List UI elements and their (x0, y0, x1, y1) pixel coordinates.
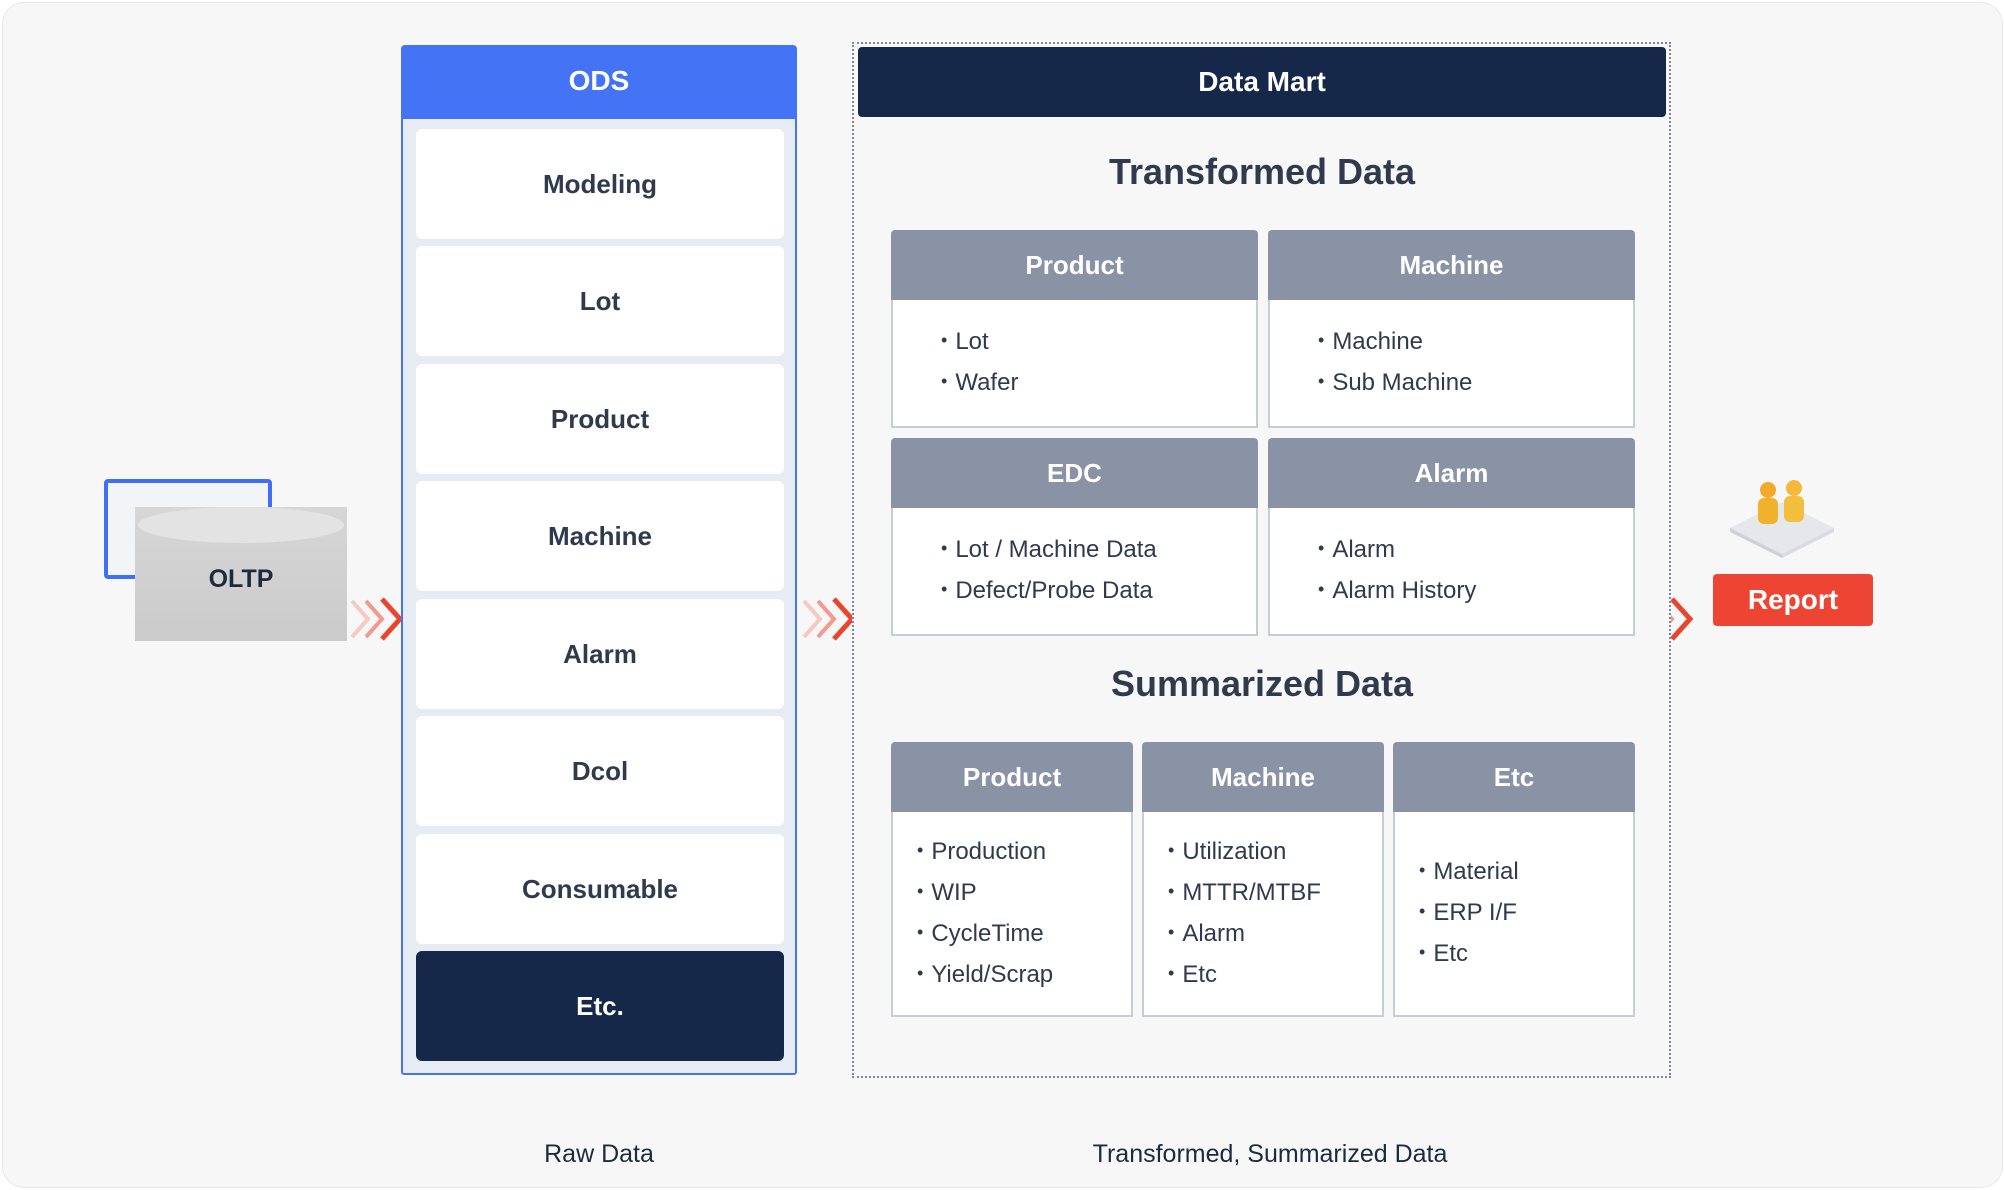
card-title: Machine (1268, 230, 1635, 300)
card-list-item: Yield/Scrap (917, 955, 1131, 996)
card-list-item: Sub Machine (1318, 363, 1633, 404)
card-list-item: Utilization (1168, 832, 1382, 873)
summarized-card-machine: Machine Utilization MTTR/MTBF Alarm Etc (1142, 742, 1384, 1017)
ods-item: Machine (416, 481, 784, 591)
summarized-card-etc: Etc Material ERP I/F Etc (1393, 742, 1635, 1017)
oltp-database-top (138, 507, 344, 543)
card-body: Production WIP CycleTime Yield/Scrap (891, 812, 1133, 1017)
ods-item: Product (416, 364, 784, 474)
ods-item: Modeling (416, 129, 784, 239)
card-body: Alarm Alarm History (1268, 508, 1635, 636)
card-title: Machine (1142, 742, 1384, 812)
report-button[interactable]: Report (1713, 574, 1873, 626)
ods-item: Lot (416, 246, 784, 356)
card-body: Lot Wafer (891, 300, 1258, 428)
card-list-item: Wafer (941, 363, 1256, 404)
card-list-item: Production (917, 832, 1131, 873)
ods-item: Consumable (416, 834, 784, 944)
transformed-card-product: Product Lot Wafer (891, 230, 1258, 428)
transformed-data-title: Transformed Data (1108, 151, 1416, 192)
card-list-item: Etc (1419, 934, 1633, 975)
card-list-item: Lot (941, 322, 1256, 363)
ods-header: ODS (401, 45, 797, 117)
card-list-item: Lot / Machine Data (941, 530, 1256, 571)
card-body: Lot / Machine Data Defect/Probe Data (891, 508, 1258, 636)
card-list-item: Alarm History (1318, 571, 1633, 612)
transformed-caption: Transformed, Summarized Data (1092, 1140, 1448, 1168)
users-icon (1730, 480, 1834, 558)
card-list-item: ERP I/F (1419, 893, 1633, 934)
card-body: Machine Sub Machine (1268, 300, 1635, 428)
ods-item: Dcol (416, 716, 784, 826)
ods-item: Alarm (416, 599, 784, 709)
card-title: EDC (891, 438, 1258, 508)
card-list-item: Defect/Probe Data (941, 571, 1256, 612)
transformed-card-machine: Machine Machine Sub Machine (1268, 230, 1635, 428)
card-list-item: WIP (917, 873, 1131, 914)
flow-arrow-icon (350, 597, 404, 641)
card-title: Product (891, 742, 1133, 812)
summarized-data-title: Summarized Data (1110, 663, 1414, 704)
card-body: Utilization MTTR/MTBF Alarm Etc (1142, 812, 1384, 1017)
data-mart-header: Data Mart (858, 47, 1666, 117)
ods-item-etc: Etc. (416, 951, 784, 1061)
card-title: Alarm (1268, 438, 1635, 508)
card-list-item: Alarm (1318, 530, 1633, 571)
flow-arrow-icon (802, 597, 856, 641)
transformed-card-alarm: Alarm Alarm Alarm History (1268, 438, 1635, 636)
card-body: Material ERP I/F Etc (1393, 812, 1635, 1017)
summarized-card-product: Product Production WIP CycleTime Yield/S… (891, 742, 1133, 1017)
transformed-card-edc: EDC Lot / Machine Data Defect/Probe Data (891, 438, 1258, 636)
card-title: Product (891, 230, 1258, 300)
ods-panel: Modeling Lot Product Machine Alarm Dcol … (401, 117, 797, 1075)
card-list-item: Etc (1168, 955, 1382, 996)
card-list-item: MTTR/MTBF (1168, 873, 1382, 914)
oltp-label: OLTP (208, 565, 274, 593)
card-list-item: CycleTime (917, 914, 1131, 955)
card-list-item: Material (1419, 852, 1633, 893)
card-title: Etc (1393, 742, 1635, 812)
raw-data-caption: Raw Data (544, 1140, 654, 1168)
card-list-item: Alarm (1168, 914, 1382, 955)
card-list-item: Machine (1318, 322, 1633, 363)
